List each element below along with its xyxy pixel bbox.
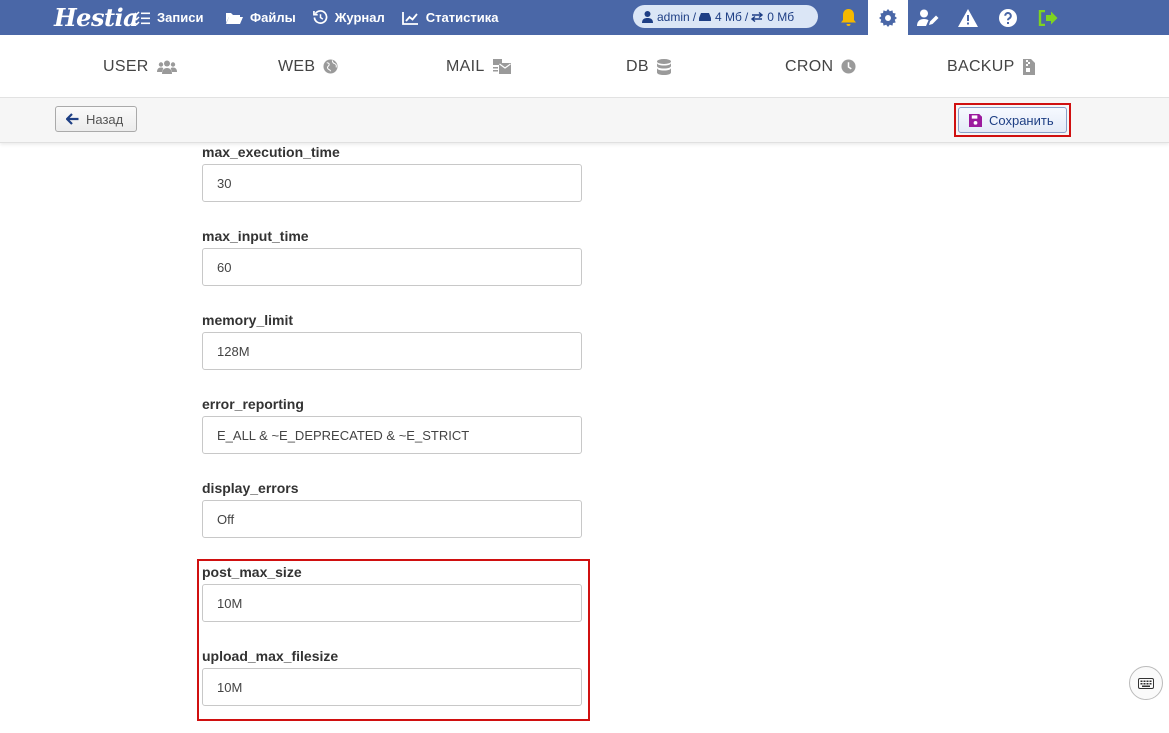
error-reporting-input[interactable]: E_ALL & ~E_DEPRECATED & ~E_STRICT	[202, 416, 582, 454]
top-nav: Записи Файлы Журнал Статистика	[134, 0, 515, 35]
max-execution-time-input[interactable]: 30	[202, 164, 582, 202]
warnings-button[interactable]	[948, 0, 988, 35]
nav-stats[interactable]: Статистика	[401, 0, 499, 35]
database-icon	[656, 58, 671, 75]
server-settings-button[interactable]	[868, 0, 908, 35]
memory-limit-input[interactable]: 128M	[202, 332, 582, 370]
file-archive-icon	[1022, 58, 1035, 75]
field-label: max_execution_time	[202, 144, 340, 160]
tab-backup-label: BACKUP	[947, 57, 1015, 75]
user-usage-pill[interactable]: admin / 4 Мб / 0 Мб	[633, 5, 818, 28]
nav-log[interactable]: Журнал	[312, 0, 385, 35]
nav-records[interactable]: Записи	[134, 0, 208, 35]
max-input-time-input[interactable]: 60	[202, 248, 582, 286]
top-icons	[828, 0, 1068, 35]
field-upload-max-filesize: upload_max_filesize 10M	[202, 647, 582, 706]
field-memory-limit: memory_limit 128M	[202, 311, 582, 370]
bandwidth-usage: 0 Мб	[767, 9, 795, 24]
nav-stats-label: Статистика	[425, 10, 499, 25]
notifications-button[interactable]	[828, 0, 868, 35]
tab-backup[interactable]: BACKUP	[947, 35, 1035, 98]
help-icon	[999, 8, 1017, 27]
tab-cron[interactable]: CRON	[785, 35, 856, 98]
warning-icon	[958, 8, 978, 27]
hdd-icon	[699, 12, 712, 21]
tab-mail-label: MAIL	[446, 57, 485, 75]
field-max-input-time: max_input_time 60	[202, 227, 582, 286]
hestia-logo[interactable]: Hestia	[54, 2, 139, 32]
floppy-disk-icon	[969, 113, 982, 127]
user-edit-icon	[917, 9, 939, 26]
logout-button[interactable]	[1028, 0, 1068, 35]
field-label: error_reporting	[202, 396, 304, 412]
tab-web-label: WEB	[278, 57, 316, 75]
gear-icon	[879, 8, 897, 27]
exchange-icon	[751, 11, 764, 22]
users-edit-button[interactable]	[908, 0, 948, 35]
tab-mail[interactable]: MAIL	[446, 35, 511, 98]
nav-records-label: Записи	[157, 10, 204, 25]
separator: /	[692, 9, 697, 24]
tabs-bar: USER WEB MAIL DB CRON BACKUP	[0, 35, 1169, 98]
field-display-errors: display_errors Off	[202, 479, 582, 538]
field-label: display_errors	[202, 480, 299, 496]
help-button[interactable]	[988, 0, 1028, 35]
tab-db[interactable]: DB	[626, 35, 671, 98]
field-error-reporting: error_reporting E_ALL & ~E_DEPRECATED & …	[202, 395, 582, 454]
tab-db-label: DB	[626, 57, 649, 75]
tab-web[interactable]: WEB	[278, 35, 338, 98]
nav-files-label: Файлы	[250, 10, 296, 25]
toolbar: Назад Сохранить	[0, 98, 1169, 143]
top-bar: Hestia Записи Файлы Журнал Статистика ad…	[0, 0, 1169, 35]
bell-icon	[840, 9, 856, 26]
user-name: admin	[657, 9, 690, 24]
clock-icon	[841, 59, 856, 74]
upload-max-filesize-input[interactable]: 10M	[202, 668, 582, 706]
folder-open-icon	[226, 12, 243, 24]
logout-icon	[1038, 9, 1058, 26]
field-max-execution-time: max_execution_time 30	[202, 143, 582, 202]
disk-usage: 4 Мб	[715, 9, 742, 24]
nav-files[interactable]: Файлы	[225, 0, 296, 35]
back-button-label: Назад	[86, 111, 124, 127]
tab-user[interactable]: USER	[103, 35, 177, 98]
user-icon	[642, 10, 653, 23]
field-label: memory_limit	[202, 312, 294, 328]
post-max-size-input[interactable]: 10M	[202, 584, 582, 622]
save-button-label: Сохранить	[989, 112, 1054, 128]
save-button[interactable]: Сохранить	[958, 107, 1067, 133]
tab-user-label: USER	[103, 57, 149, 75]
logo-text: Hestia	[54, 2, 139, 32]
field-label: upload_max_filesize	[202, 648, 339, 664]
keyboard-icon	[1138, 677, 1154, 689]
field-label: max_input_time	[202, 228, 309, 244]
field-post-max-size: post_max_size 10M	[202, 563, 582, 622]
history-icon	[312, 10, 328, 24]
arrow-left-icon	[66, 113, 79, 125]
keyboard-shortcuts-button[interactable]	[1129, 666, 1163, 700]
separator: /	[744, 9, 749, 24]
chart-line-icon	[401, 11, 418, 25]
tab-cron-label: CRON	[785, 57, 834, 75]
field-label: post_max_size	[202, 564, 302, 580]
users-icon	[156, 60, 177, 74]
nav-log-label: Журнал	[334, 10, 385, 25]
globe-icon	[323, 59, 338, 74]
display-errors-input[interactable]: Off	[202, 500, 582, 538]
back-button[interactable]: Назад	[55, 106, 137, 132]
mail-bulk-icon	[492, 59, 511, 74]
list-check-icon	[134, 10, 150, 25]
